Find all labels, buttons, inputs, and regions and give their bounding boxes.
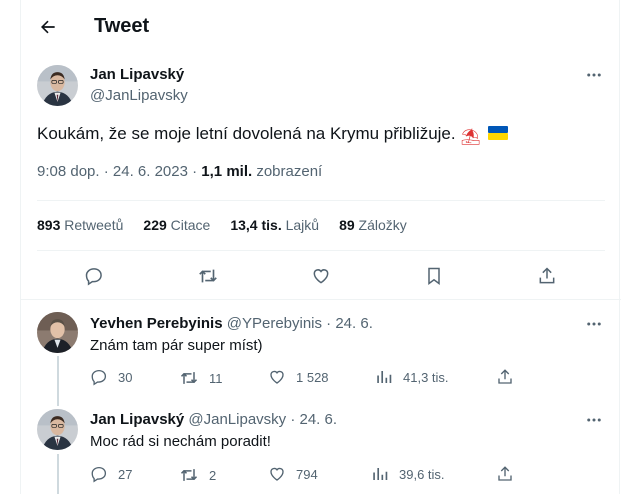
beach-umbrella-icon: ⛱ bbox=[460, 129, 481, 146]
views-icon bbox=[377, 371, 392, 383]
tweet-meta: 9:08 dop. · 24. 6. 2023 · 1,1 mil. zobra… bbox=[37, 163, 322, 180]
share-icon[interactable] bbox=[533, 262, 561, 290]
tweet-page: Tweet Jan Lipavský @JanLipavsky Koukám, … bbox=[20, 0, 621, 494]
like-count[interactable]: 1 528 bbox=[268, 368, 329, 386]
reply-handle-date: @JanLipavsky · 24. 6. bbox=[184, 411, 338, 428]
reply-author[interactable]: Yevhen Perebyinis @YPerebyinis · 24. 6. bbox=[90, 315, 373, 332]
like-icon bbox=[270, 467, 284, 481]
reply-item[interactable]: Jan Lipavský @JanLipavsky · 24. 6. Moc r… bbox=[21, 400, 621, 494]
share-icon[interactable] bbox=[496, 465, 514, 483]
bookmarks-stat[interactable]: 89 Záložky bbox=[339, 217, 407, 233]
author-name[interactable]: Jan Lipavský bbox=[90, 66, 184, 83]
retweet-count[interactable]: 11 bbox=[179, 368, 223, 388]
reply-icon[interactable] bbox=[80, 262, 108, 290]
views-count: 1,1 mil. bbox=[201, 163, 253, 180]
reply-count[interactable]: 30 bbox=[90, 368, 132, 386]
reply-author[interactable]: Jan Lipavský @JanLipavsky · 24. 6. bbox=[90, 411, 337, 428]
like-icon bbox=[270, 370, 284, 384]
tweet-body: Koukám, že se moje letní dovolená na Kry… bbox=[37, 124, 456, 143]
bookmark-icon[interactable] bbox=[420, 262, 448, 290]
avatar[interactable] bbox=[37, 409, 78, 450]
reply-count[interactable]: 27 bbox=[90, 465, 132, 483]
tweet-text: Koukám, že se moje letní dovolená na Kry… bbox=[37, 122, 509, 150]
reply-icon bbox=[91, 369, 107, 386]
like-count[interactable]: 794 bbox=[268, 465, 318, 483]
thread-line bbox=[57, 400, 59, 406]
quotes-stat[interactable]: 229 Citace bbox=[143, 217, 210, 233]
thread-line bbox=[57, 454, 59, 494]
header: Tweet bbox=[21, 0, 621, 53]
views-icon bbox=[373, 468, 388, 480]
more-icon[interactable] bbox=[584, 410, 604, 430]
retweet-icon bbox=[180, 372, 198, 384]
divider bbox=[37, 200, 605, 201]
retweet-icon bbox=[180, 469, 198, 481]
reply-icon bbox=[91, 466, 107, 483]
retweets-stat[interactable]: 893 Retweetů bbox=[37, 217, 123, 233]
likes-stat[interactable]: 13,4 tis. Lajků bbox=[230, 217, 319, 233]
retweet-icon[interactable] bbox=[194, 262, 222, 290]
page-title: Tweet bbox=[94, 15, 150, 37]
author-handle[interactable]: @JanLipavsky bbox=[90, 87, 188, 104]
views-count[interactable]: 39,6 tis. bbox=[371, 465, 445, 483]
retweet-count[interactable]: 2 bbox=[179, 465, 216, 485]
views-count[interactable]: 41,3 tis. bbox=[375, 368, 449, 386]
views-label: zobrazení bbox=[252, 163, 323, 180]
tweet-actions bbox=[21, 262, 621, 290]
avatar[interactable] bbox=[37, 312, 78, 353]
ukraine-flag-icon bbox=[487, 125, 509, 141]
tweet-time[interactable]: 9:08 dop. · 24. 6. 2023 · bbox=[37, 163, 201, 180]
author-avatar[interactable] bbox=[37, 65, 78, 106]
tweet-stats: 893 Retweetů 229 Citace 13,4 tis. Lajků … bbox=[37, 217, 407, 233]
more-icon[interactable] bbox=[584, 314, 604, 334]
like-icon[interactable] bbox=[307, 262, 335, 290]
more-icon[interactable] bbox=[584, 65, 604, 85]
reply-item[interactable]: Yevhen Perebyinis @YPerebyinis · 24. 6. … bbox=[21, 300, 621, 400]
divider bbox=[37, 250, 605, 251]
reply-text: Moc rád si nechám poradit! bbox=[90, 433, 271, 450]
reply-handle-date: @YPerebyinis · 24. 6. bbox=[222, 315, 373, 332]
thread-line bbox=[57, 356, 59, 400]
back-arrow-icon[interactable] bbox=[37, 16, 59, 38]
reply-text: Znám tam pár super míst) bbox=[90, 337, 263, 354]
share-icon[interactable] bbox=[496, 368, 514, 386]
